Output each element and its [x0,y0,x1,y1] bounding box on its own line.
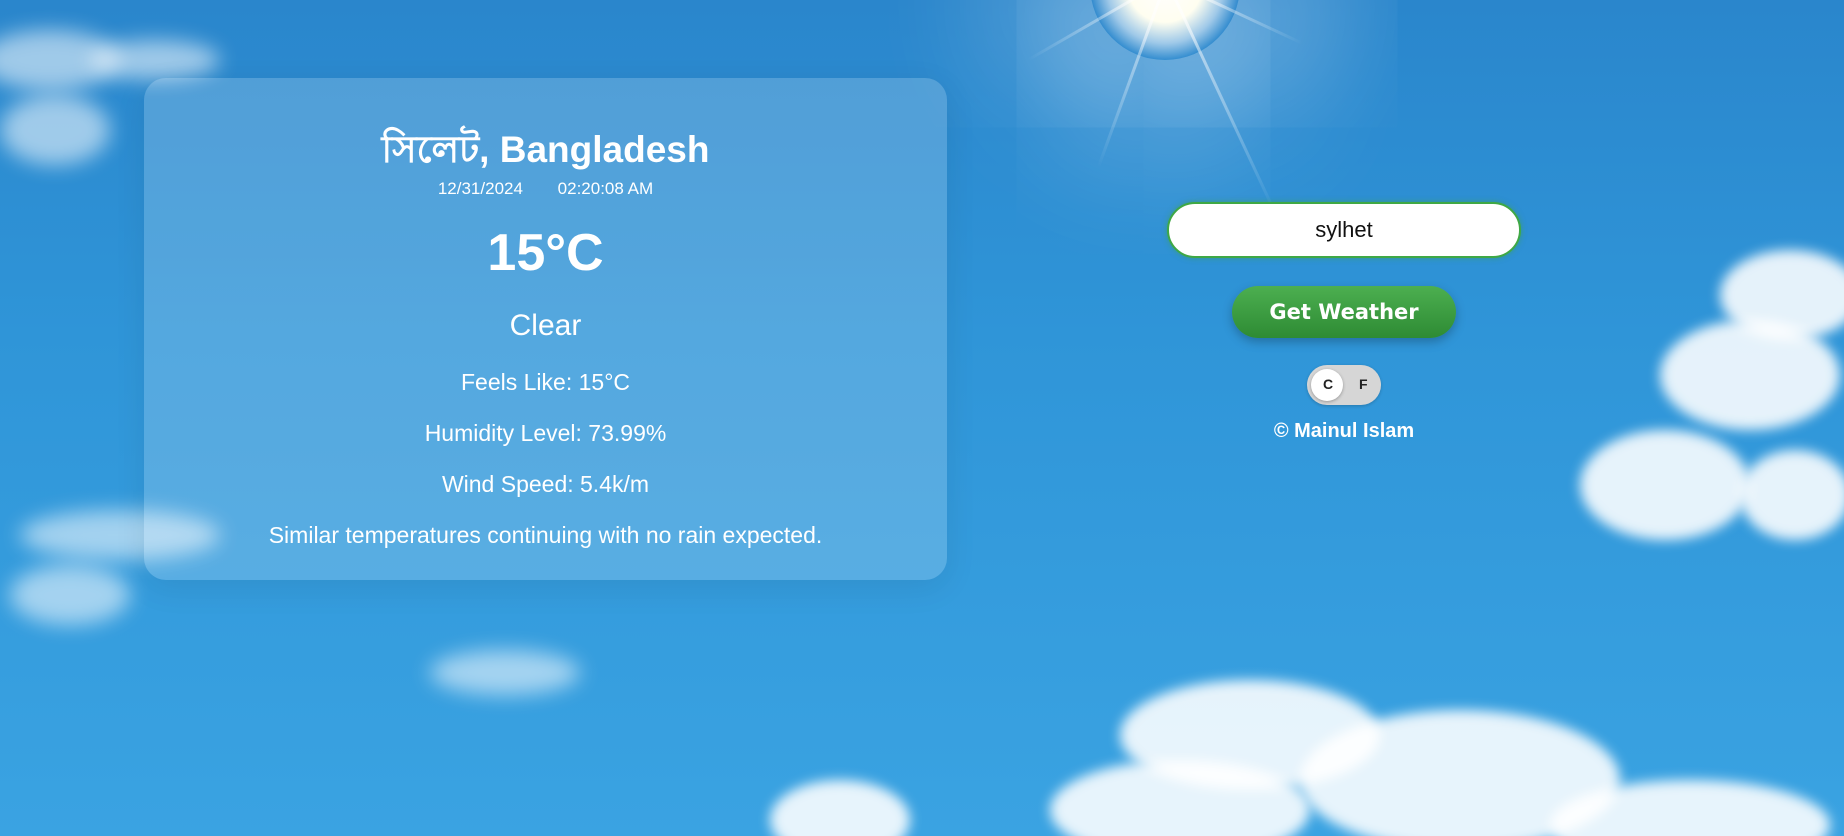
cloud [10,565,130,625]
unit-toggle[interactable]: C F [1307,365,1381,405]
humidity: Humidity Level: 73.99% [424,420,667,446]
cloud [430,650,580,695]
footer-credit: © Mainul Islam [1273,420,1415,442]
cloud [1580,430,1750,540]
weather-card: সিলেট, Bangladesh 12/31/2024 02:20:08 AM… [144,78,947,580]
date-text: 12/31/2024 [437,179,523,198]
temperature: 15°C [487,224,604,282]
feels-like: Feels Like: 15°C [461,369,630,395]
cloud [90,40,220,80]
celsius-label: C [1323,376,1334,392]
time-text: 02:20:08 AM [557,179,654,198]
forecast-text: Similar temperatures continuing with no … [268,522,823,548]
city-search-input[interactable] [1167,202,1521,258]
cloud [1660,320,1840,430]
city-title: সিলেট, Bangladesh [381,129,710,170]
wind-speed: Wind Speed: 5.4k/m [441,471,650,497]
datetime: 12/31/2024 02:20:08 AM [144,179,947,199]
fahrenheit-label: F [1359,376,1368,392]
weather-condition: Clear [509,309,582,342]
cloud [770,780,910,836]
cloud [1740,450,1844,540]
get-weather-button[interactable]: Get Weather [1232,286,1456,338]
cloud [0,95,110,165]
